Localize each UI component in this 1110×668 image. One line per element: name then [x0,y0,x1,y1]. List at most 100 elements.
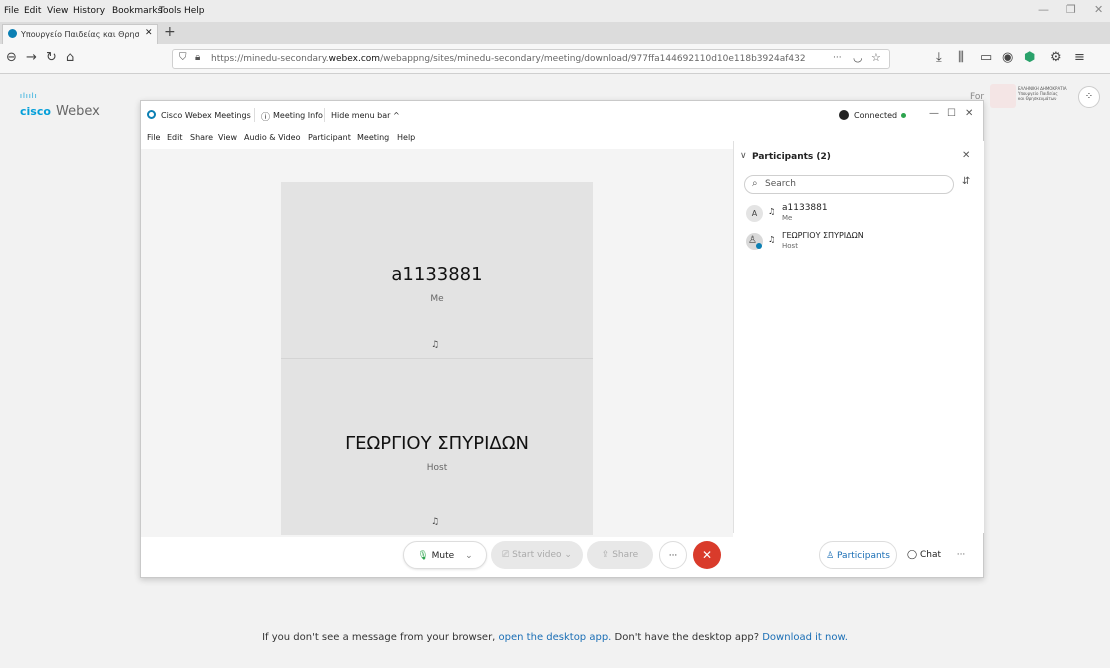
video-tile-host: ΓΕΩΡΓΙΟΥ ΣΠΥΡΙΔΩΝ Host ♫ [281,359,593,535]
menu-tools[interactable]: Tools [159,6,181,16]
url-domain: webex.com [328,54,381,64]
participant-row[interactable]: ♙ ♫ ΓΕΩΡΓΙΟΥ ΣΠΥΡΙΔΩΝ Host [746,231,974,257]
reload-icon[interactable]: ↻ [46,50,57,65]
webex-word: Webex [56,104,100,119]
chat-button[interactable]: ◯ Chat [899,541,949,569]
webex-menu-audio-video[interactable]: Audio & Video [244,133,300,142]
webex-menu-help[interactable]: Help [397,133,415,142]
hide-menu-bar-button[interactable]: Hide menu bar ^ [331,111,400,120]
start-video-label: Start video [512,550,562,560]
title-divider [254,108,255,122]
ministry-emblem-icon [990,84,1016,108]
new-tab-button[interactable]: + [164,24,176,40]
meeting-info-button[interactable]: Meeting Info [273,111,323,120]
shield-icon[interactable]: ⛉ [179,52,187,63]
webex-menu-edit[interactable]: Edit [167,133,183,142]
cisco-word: cisco [20,105,51,118]
bookmark-star-icon[interactable]: ☆ [871,51,881,64]
page-actions-icon[interactable]: ··· [833,53,842,63]
menu-bookmarks[interactable]: Bookmarks [112,6,162,16]
browser-tab-bar: Υπουργείο Παιδείας και Θρησκ ✕ + [0,22,1110,44]
video-tile-me: a1133881 Me ♫ [281,182,593,358]
url-suffix: /webappng/sites/minedu-secondary/meeting… [380,54,806,64]
window-close-icon[interactable]: ✕ [1094,3,1103,16]
participant-role: Host [782,242,798,250]
ministry-text: ΕΛΛΗΝΙΚΗ ΔΗΜΟΚΡΑΤΙΑ Υπουργείο Παιδείας κ… [1018,86,1078,101]
webex-menu-file[interactable]: File [147,133,160,142]
more-options-button[interactable]: ··· [659,541,687,569]
webex-menu-view[interactable]: View [218,133,237,142]
menu-help[interactable]: Help [184,6,205,16]
downloads-icon[interactable]: ⤓ [936,50,942,65]
webex-favicon-icon [8,29,17,38]
connection-status: Connected [854,111,898,120]
forward-icon[interactable]: → [26,50,37,65]
menu-history[interactable]: History [73,6,105,16]
mute-label: Mute [431,551,455,561]
open-desktop-app-link[interactable]: open the desktop app. [499,632,612,643]
tab-close-icon[interactable]: ✕ [145,28,153,38]
cisco-webex-logo: ılıılı cisco Webex [20,92,120,119]
webex-title-bar: Cisco Webex Meetings ⓘ Meeting Info Hide… [141,101,983,129]
share-label: Share [612,550,639,560]
meeting-control-bar: 🎙︎ Mute ⌄ ⎚ Start video ⌄ ⇪ Share ··· ✕ … [141,537,983,577]
tile-role: Host [426,463,448,473]
lock-icon[interactable]: 🔒︎ [195,52,200,63]
tile-role: Me [430,294,444,304]
webex-maximize-icon[interactable]: ☐ [947,108,956,119]
participant-row[interactable]: A ♫ a1133881 Me [746,203,974,229]
title-divider-2 [324,108,325,122]
menu-file[interactable]: File [4,6,19,16]
panel-close-icon[interactable]: ✕ [962,150,970,161]
pocket-icon[interactable]: ◡ [853,51,863,64]
menu-view[interactable]: View [47,6,68,16]
share-button[interactable]: ⇪ Share [587,541,653,569]
address-bar[interactable]: ⛉ 🔒︎ https://minedu-secondary.webex.com/… [172,49,890,69]
extensions-icon[interactable]: ⚙ [1050,50,1062,65]
participants-toggle-button[interactable]: ♙ Participants [819,541,897,569]
url-prefix: https://minedu-secondary. [211,54,329,64]
sort-icon[interactable]: ⇵ [962,176,970,187]
sidebar-icon[interactable]: ▭ [980,50,992,65]
desktop-app-message: If you don't see a message from your bro… [0,632,1110,643]
participants-panel: ∨ Participants (2) ✕ ⌕ Search ⇵ A ♫ a113… [733,141,984,533]
menu-edit[interactable]: Edit [24,6,41,16]
participant-role: Me [782,214,793,222]
avatar: A [746,205,763,222]
window-restore-icon[interactable]: ❐ [1066,3,1076,16]
participants-icon: ♙ [826,551,835,561]
panel-more-button[interactable]: ··· [949,541,973,569]
audio-icon: ♫ [431,517,440,527]
home-icon[interactable]: ⌂ [66,50,74,65]
webex-menu-share[interactable]: Share [190,133,213,142]
download-link[interactable]: Download it now. [762,632,848,643]
info-icon[interactable]: ⓘ [261,110,270,123]
webex-menu-participant[interactable]: Participant [308,133,351,142]
connection-icon [839,110,849,120]
chevron-down-icon[interactable]: ⌄ [564,550,572,560]
hamburger-menu-icon[interactable]: ≡ [1074,50,1085,65]
ministry-line-3: και Θρησκευμάτων [1018,96,1057,101]
mute-button[interactable]: 🎙︎ Mute ⌄ [403,541,487,569]
webex-minimize-icon[interactable]: — [929,108,939,119]
extension-shield-icon[interactable]: ⬢ [1024,50,1035,65]
participant-search-input[interactable]: ⌕ Search [744,175,954,194]
webex-close-icon[interactable]: ✕ [965,108,973,119]
webex-menu-meeting[interactable]: Meeting [357,133,389,142]
collapse-chevron-icon[interactable]: ∨ [740,151,747,161]
webex-app-icon [147,110,156,119]
participant-name: ΓΕΩΡΓΙΟΥ ΣΠΥΡΙΔΩΝ [782,231,864,240]
end-meeting-icon[interactable]: ✕ [693,541,721,569]
audio-icon: ♫ [768,207,776,216]
browser-tab[interactable]: Υπουργείο Παιδείας και Θρησκ ✕ [2,24,158,44]
account-icon[interactable]: ◉ [1002,50,1013,65]
microphone-icon: 🎙︎ [417,551,429,561]
browser-toolbar: ⊖ → ↻ ⌂ ⛉ 🔒︎ https://minedu-secondary.we… [0,44,1110,74]
tab-title: Υπουργείο Παιδείας και Θρησκ [21,30,139,39]
library-icon[interactable]: ⫼ [958,50,964,65]
start-video-button[interactable]: ⎚ Start video ⌄ [491,541,583,569]
back-icon[interactable]: ⊖ [6,50,17,65]
window-minimize-icon[interactable]: — [1038,3,1049,16]
chevron-down-icon[interactable]: ⌄ [465,551,473,561]
apps-grid-icon[interactable]: ⁘ [1078,86,1100,108]
